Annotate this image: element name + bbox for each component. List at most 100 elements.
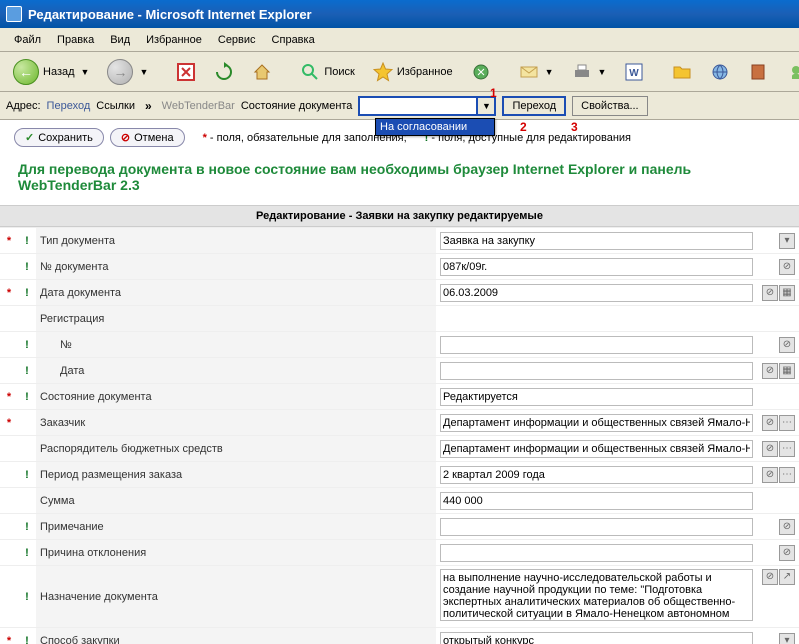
clear-icon[interactable]: ⊘ <box>762 467 778 483</box>
input-doc-num[interactable] <box>440 258 753 276</box>
editable-mark: ! <box>18 462 36 488</box>
required-mark: * <box>0 628 18 644</box>
menu-file[interactable]: Файл <box>6 30 49 50</box>
input-budget[interactable] <box>440 440 753 458</box>
chevron-down-icon: ▼ <box>81 67 90 77</box>
editable-mark: ! <box>18 514 36 540</box>
editable-mark: ! <box>18 628 36 644</box>
editable-mark: ! <box>18 280 36 306</box>
go-button[interactable]: Переход <box>502 96 566 116</box>
cancel-button[interactable]: ⊘ Отмена <box>110 128 185 147</box>
warning-text: Для перевода документа в новое состояние… <box>0 155 799 205</box>
clear-icon[interactable]: ⊘ <box>762 441 778 457</box>
section-header: Редактирование - Заявки на закупку редак… <box>0 205 799 227</box>
editable-mark: ! <box>18 384 36 410</box>
doc-state-input[interactable] <box>358 96 478 116</box>
row-doc-type: * ! Тип документа ▾ <box>0 228 799 254</box>
mail-button[interactable]: ▼ <box>512 58 561 86</box>
input-reg-num[interactable] <box>440 336 753 354</box>
forward-arrow-icon: → <box>107 59 133 85</box>
label-doc-date: Дата документа <box>36 280 436 306</box>
lookup-icon[interactable]: ⋯ <box>779 415 795 431</box>
clear-icon[interactable]: ⊘ <box>762 363 778 379</box>
clear-icon[interactable]: ⊘ <box>779 519 795 535</box>
check-icon: ✓ <box>25 131 34 144</box>
required-mark: * <box>0 384 18 410</box>
webtenderbar-label[interactable]: WebTenderBar <box>162 100 235 112</box>
calendar-icon[interactable]: ▦ <box>779 363 795 379</box>
input-state[interactable] <box>440 388 753 406</box>
menu-edit[interactable]: Правка <box>49 30 102 50</box>
lookup-icon[interactable]: ⋯ <box>779 441 795 457</box>
annotation-2: 2 <box>520 120 527 134</box>
address-goto-link[interactable]: Переход <box>47 100 91 112</box>
input-customer[interactable] <box>440 414 753 432</box>
input-reg-date[interactable] <box>440 362 753 380</box>
favorites-button[interactable]: Избранное <box>366 58 460 86</box>
label-budget: Распорядитель бюджетных средств <box>36 436 436 462</box>
forward-button[interactable]: → ▼ <box>100 55 155 89</box>
window-title: Редактирование - Microsoft Internet Expl… <box>28 7 312 22</box>
clear-icon[interactable]: ⊘ <box>779 545 795 561</box>
book-icon <box>748 62 768 82</box>
input-method[interactable] <box>440 632 753 644</box>
input-period[interactable] <box>440 466 753 484</box>
required-mark: * <box>0 280 18 306</box>
stop-icon <box>176 62 196 82</box>
save-label: Сохранить <box>38 132 93 144</box>
input-sum[interactable] <box>440 492 753 510</box>
expand-icon[interactable]: ↗ <box>779 569 795 585</box>
expand-icon[interactable]: » <box>141 99 156 113</box>
menu-service[interactable]: Сервис <box>210 30 264 50</box>
refresh-button[interactable] <box>207 58 241 86</box>
edit-button[interactable]: W <box>617 58 651 86</box>
links-label[interactable]: Ссылки <box>96 100 135 112</box>
dropdown-icon[interactable]: ▾ <box>779 233 795 249</box>
editable-mark: ! <box>18 566 36 628</box>
messenger-button[interactable] <box>779 58 799 86</box>
input-doc-type[interactable] <box>440 232 753 250</box>
lookup-icon[interactable]: ⋯ <box>779 467 795 483</box>
doc-state-popup[interactable]: На согласовании <box>375 118 495 136</box>
input-doc-date[interactable] <box>440 284 753 302</box>
save-button[interactable]: ✓ Сохранить <box>14 128 104 147</box>
textarea-purpose[interactable] <box>440 569 753 621</box>
home-button[interactable] <box>245 58 279 86</box>
doc-state-combo[interactable]: ▼ <box>358 96 496 116</box>
input-reject[interactable] <box>440 544 753 562</box>
row-budget: Распорядитель бюджетных средств ⊘⋯ <box>0 436 799 462</box>
input-note[interactable] <box>440 518 753 536</box>
search-button[interactable]: Поиск <box>293 58 361 86</box>
row-sum: Сумма <box>0 488 799 514</box>
clear-icon[interactable]: ⊘ <box>779 337 795 353</box>
favorites-label: Избранное <box>397 66 453 78</box>
discuss-button[interactable] <box>703 58 737 86</box>
clear-icon[interactable]: ⊘ <box>762 285 778 301</box>
home-icon <box>252 62 272 82</box>
print-button[interactable]: ▼ <box>565 58 614 86</box>
menu-help[interactable]: Справка <box>264 30 323 50</box>
clear-icon[interactable]: ⊘ <box>762 569 778 585</box>
folder-button[interactable] <box>665 58 699 86</box>
toolbar: ← Назад ▼ → ▼ Поиск Избранное ▼ ▼ W <box>0 52 799 92</box>
row-note: ! Примечание ⊘ <box>0 514 799 540</box>
row-reject: ! Причина отклонения ⊘ <box>0 540 799 566</box>
clear-icon[interactable]: ⊘ <box>779 259 795 275</box>
history-button[interactable] <box>464 58 498 86</box>
clear-icon[interactable]: ⊘ <box>762 415 778 431</box>
popup-option[interactable]: На согласовании <box>380 121 467 133</box>
address-label: Адрес: <box>6 100 41 112</box>
menu-view[interactable]: Вид <box>102 30 138 50</box>
research-button[interactable] <box>741 58 775 86</box>
dropdown-icon[interactable]: ▾ <box>779 633 795 644</box>
chevron-down-icon: ▼ <box>139 67 148 77</box>
properties-button[interactable]: Свойства... <box>572 96 647 116</box>
label-doc-num: № документа <box>36 254 436 280</box>
required-mark: * <box>0 228 18 254</box>
menu-favorites[interactable]: Избранное <box>138 30 210 50</box>
window-titlebar: Редактирование - Microsoft Internet Expl… <box>0 0 799 28</box>
label-reg-date: Дата <box>36 358 436 384</box>
back-button[interactable]: ← Назад ▼ <box>6 55 96 89</box>
calendar-icon[interactable]: ▦ <box>779 285 795 301</box>
stop-button[interactable] <box>169 58 203 86</box>
